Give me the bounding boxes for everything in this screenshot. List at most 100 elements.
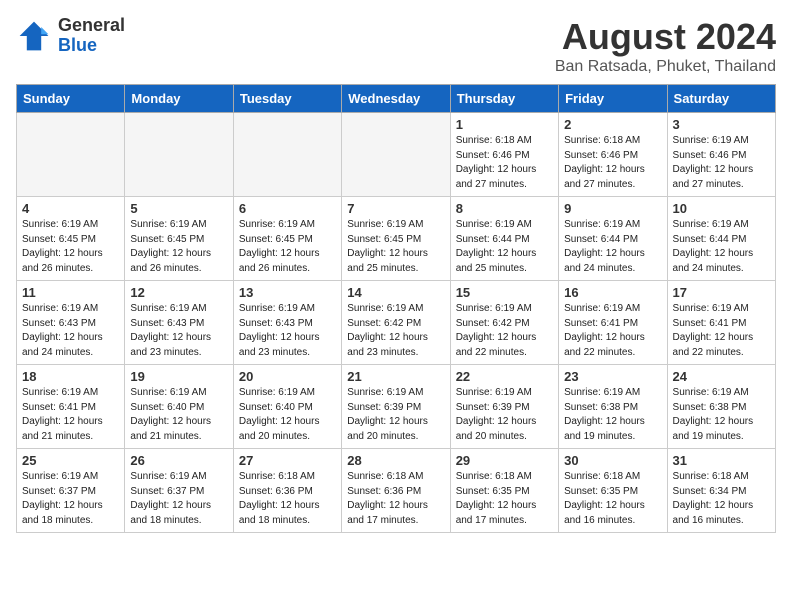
calendar-cell: 10Sunrise: 6:19 AMSunset: 6:44 PMDayligh… bbox=[667, 197, 775, 281]
day-info: Sunrise: 6:19 AMSunset: 6:43 PMDaylight:… bbox=[130, 302, 227, 360]
day-info: Sunrise: 6:19 AMSunset: 6:46 PMDaylight:… bbox=[673, 134, 770, 192]
day-number: 18 bbox=[22, 369, 119, 384]
calendar-cell bbox=[125, 113, 233, 197]
day-number: 22 bbox=[456, 369, 553, 384]
day-number: 2 bbox=[564, 117, 661, 132]
day-info: Sunrise: 6:19 AMSunset: 6:38 PMDaylight:… bbox=[673, 386, 770, 444]
calendar-cell: 29 Sunrise: 6:18 AMSunset: 6:35 PMDayligh… bbox=[450, 449, 558, 533]
location: Ban Ratsada, Phuket, Thailand bbox=[555, 58, 776, 76]
day-info: Sunrise: 6:19 AMSunset: 6:44 PMDaylight:… bbox=[564, 218, 661, 276]
day-info: Sunrise: 6:19 AMSunset: 6:45 PMDaylight:… bbox=[22, 218, 119, 276]
day-number: 26 bbox=[130, 453, 227, 468]
day-header-tuesday: Tuesday bbox=[233, 85, 341, 113]
day-info: Sunrise: 6:19 AMSunset: 6:42 PMDaylight:… bbox=[347, 302, 444, 360]
day-info: Sunrise: 6:19 AMSunset: 6:42 PMDaylight:… bbox=[456, 302, 553, 360]
page-header: General Blue August 2024 Ban Ratsada, Ph… bbox=[16, 16, 776, 76]
calendar-cell: 31Sunrise: 6:18 AMSunset: 6:34 PMDayligh… bbox=[667, 449, 775, 533]
calendar-cell: 26 Sunrise: 6:19 AMSunset: 6:37 PMDayligh… bbox=[125, 449, 233, 533]
day-info: Sunrise: 6:19 AMSunset: 6:40 PMDaylight:… bbox=[239, 386, 336, 444]
day-number: 31 bbox=[673, 453, 770, 468]
day-number: 8 bbox=[456, 201, 553, 216]
day-number: 5 bbox=[130, 201, 227, 216]
day-number: 3 bbox=[673, 117, 770, 132]
day-number: 11 bbox=[22, 285, 119, 300]
day-number: 17 bbox=[673, 285, 770, 300]
logo-text: General Blue bbox=[58, 16, 125, 56]
day-info: Sunrise: 6:18 AMSunset: 6:36 PMDaylight:… bbox=[347, 470, 444, 528]
calendar-cell: 25 Sunrise: 6:19 AMSunset: 6:37 PMDayligh… bbox=[17, 449, 125, 533]
calendar-cell: 13 Sunrise: 6:19 AMSunset: 6:43 PMDayligh… bbox=[233, 281, 341, 365]
day-info: Sunrise: 6:18 AMSunset: 6:35 PMDaylight:… bbox=[564, 470, 661, 528]
calendar-cell: 18 Sunrise: 6:19 AMSunset: 6:41 PMDayligh… bbox=[17, 365, 125, 449]
calendar-cell: 9 Sunrise: 6:19 AMSunset: 6:44 PMDaylight… bbox=[559, 197, 667, 281]
day-info: Sunrise: 6:18 AMSunset: 6:35 PMDaylight:… bbox=[456, 470, 553, 528]
day-info: Sunrise: 6:19 AMSunset: 6:37 PMDaylight:… bbox=[22, 470, 119, 528]
day-number: 23 bbox=[564, 369, 661, 384]
calendar-cell: 7 Sunrise: 6:19 AMSunset: 6:45 PMDaylight… bbox=[342, 197, 450, 281]
day-header-saturday: Saturday bbox=[667, 85, 775, 113]
day-info: Sunrise: 6:19 AMSunset: 6:39 PMDaylight:… bbox=[456, 386, 553, 444]
week-row-5: 25 Sunrise: 6:19 AMSunset: 6:37 PMDayligh… bbox=[17, 449, 776, 533]
calendar-cell: 23 Sunrise: 6:19 AMSunset: 6:38 PMDayligh… bbox=[559, 365, 667, 449]
day-number: 30 bbox=[564, 453, 661, 468]
day-number: 19 bbox=[130, 369, 227, 384]
calendar-cell: 2 Sunrise: 6:18 AMSunset: 6:46 PMDaylight… bbox=[559, 113, 667, 197]
day-number: 14 bbox=[347, 285, 444, 300]
month-title: August 2024 bbox=[555, 16, 776, 58]
day-number: 4 bbox=[22, 201, 119, 216]
day-number: 12 bbox=[130, 285, 227, 300]
calendar-cell: 21Sunrise: 6:19 AMSunset: 6:39 PMDayligh… bbox=[342, 365, 450, 449]
calendar-cell: 19Sunrise: 6:19 AMSunset: 6:40 PMDayligh… bbox=[125, 365, 233, 449]
day-info: Sunrise: 6:19 AMSunset: 6:43 PMDaylight:… bbox=[239, 302, 336, 360]
day-number: 6 bbox=[239, 201, 336, 216]
day-info: Sunrise: 6:19 AMSunset: 6:45 PMDaylight:… bbox=[347, 218, 444, 276]
day-number: 16 bbox=[564, 285, 661, 300]
day-number: 13 bbox=[239, 285, 336, 300]
calendar-cell: 8 Sunrise: 6:19 AMSunset: 6:44 PMDaylight… bbox=[450, 197, 558, 281]
week-row-3: 11 Sunrise: 6:19 AMSunset: 6:43 PMDayligh… bbox=[17, 281, 776, 365]
calendar-cell bbox=[17, 113, 125, 197]
day-header-monday: Monday bbox=[125, 85, 233, 113]
calendar-cell: 24 Sunrise: 6:19 AMSunset: 6:38 PMDayligh… bbox=[667, 365, 775, 449]
day-number: 24 bbox=[673, 369, 770, 384]
calendar-cell: 27 Sunrise: 6:18 AMSunset: 6:36 PMDayligh… bbox=[233, 449, 341, 533]
day-number: 20 bbox=[239, 369, 336, 384]
day-info: Sunrise: 6:19 AMSunset: 6:38 PMDaylight:… bbox=[564, 386, 661, 444]
day-info: Sunrise: 6:19 AMSunset: 6:44 PMDaylight:… bbox=[456, 218, 553, 276]
day-number: 28 bbox=[347, 453, 444, 468]
calendar-cell bbox=[342, 113, 450, 197]
calendar-cell: 28 Sunrise: 6:18 AMSunset: 6:36 PMDayligh… bbox=[342, 449, 450, 533]
calendar-cell: 4 Sunrise: 6:19 AMSunset: 6:45 PMDaylight… bbox=[17, 197, 125, 281]
day-info: Sunrise: 6:19 AMSunset: 6:39 PMDaylight:… bbox=[347, 386, 444, 444]
calendar-header-row: SundayMondayTuesdayWednesdayThursdayFrid… bbox=[17, 85, 776, 113]
day-info: Sunrise: 6:18 AMSunset: 6:36 PMDaylight:… bbox=[239, 470, 336, 528]
day-info: Sunrise: 6:19 AMSunset: 6:44 PMDaylight:… bbox=[673, 218, 770, 276]
title-block: August 2024 Ban Ratsada, Phuket, Thailan… bbox=[555, 16, 776, 76]
day-number: 29 bbox=[456, 453, 553, 468]
calendar-cell: 11Sunrise: 6:19 AMSunset: 6:43 PMDayligh… bbox=[17, 281, 125, 365]
day-header-thursday: Thursday bbox=[450, 85, 558, 113]
day-info: Sunrise: 6:19 AMSunset: 6:41 PMDaylight:… bbox=[673, 302, 770, 360]
logo-icon bbox=[16, 18, 52, 54]
day-number: 25 bbox=[22, 453, 119, 468]
day-number: 7 bbox=[347, 201, 444, 216]
calendar-cell: 1Sunrise: 6:18 AMSunset: 6:46 PMDaylight… bbox=[450, 113, 558, 197]
week-row-2: 4 Sunrise: 6:19 AMSunset: 6:45 PMDaylight… bbox=[17, 197, 776, 281]
calendar-cell: 15 Sunrise: 6:19 AMSunset: 6:42 PMDayligh… bbox=[450, 281, 558, 365]
day-number: 9 bbox=[564, 201, 661, 216]
calendar-cell: 12 Sunrise: 6:19 AMSunset: 6:43 PMDayligh… bbox=[125, 281, 233, 365]
day-number: 27 bbox=[239, 453, 336, 468]
logo-general: General bbox=[58, 16, 125, 36]
week-row-4: 18 Sunrise: 6:19 AMSunset: 6:41 PMDayligh… bbox=[17, 365, 776, 449]
day-info: Sunrise: 6:18 AMSunset: 6:46 PMDaylight:… bbox=[564, 134, 661, 192]
calendar-cell: 3 Sunrise: 6:19 AMSunset: 6:46 PMDaylight… bbox=[667, 113, 775, 197]
day-info: Sunrise: 6:19 AMSunset: 6:45 PMDaylight:… bbox=[130, 218, 227, 276]
calendar-cell: 5 Sunrise: 6:19 AMSunset: 6:45 PMDaylight… bbox=[125, 197, 233, 281]
day-number: 15 bbox=[456, 285, 553, 300]
day-info: Sunrise: 6:19 AMSunset: 6:37 PMDaylight:… bbox=[130, 470, 227, 528]
day-info: Sunrise: 6:19 AMSunset: 6:41 PMDaylight:… bbox=[22, 386, 119, 444]
day-number: 1 bbox=[456, 117, 553, 132]
day-header-friday: Friday bbox=[559, 85, 667, 113]
calendar-cell: 20 Sunrise: 6:19 AMSunset: 6:40 PMDayligh… bbox=[233, 365, 341, 449]
day-header-wednesday: Wednesday bbox=[342, 85, 450, 113]
